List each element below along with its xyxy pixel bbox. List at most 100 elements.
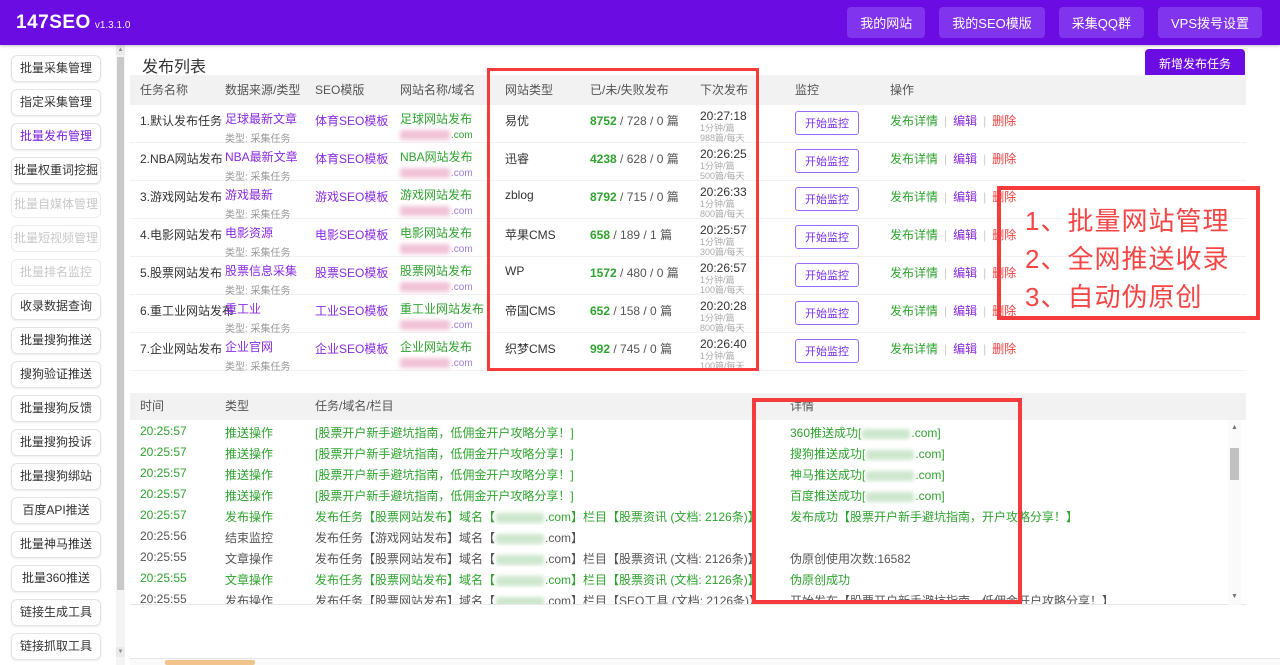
sidebar-item[interactable]: 收录数据查询 — [11, 293, 101, 320]
delete-link[interactable]: 删除 — [992, 114, 1016, 128]
sidebar-item[interactable]: 百度API推送 — [11, 497, 101, 524]
publish-detail-link[interactable]: 发布详情 — [890, 304, 938, 318]
site-cell: NBA网站发布 .com — [400, 148, 503, 179]
blurred-domain — [862, 428, 911, 439]
table-row: 4.电影网站发布 电影资源 类型: 采集任务 电影SEO模板 电影网站发布 .c… — [130, 219, 1246, 259]
horizontal-scroll-thumb[interactable] — [165, 660, 255, 665]
start-monitor-button[interactable]: 开始监控 — [795, 149, 859, 173]
data-source-link[interactable]: 足球最新文章 — [225, 112, 297, 126]
scroll-up-icon[interactable]: ▲ — [116, 45, 125, 55]
sidebar-item[interactable]: 批量搜狗反馈 — [11, 395, 101, 422]
site-name-link[interactable]: 重工业网站发布 — [400, 302, 484, 316]
publish-detail-link[interactable]: 发布详情 — [890, 228, 938, 242]
edit-link[interactable]: 编辑 — [953, 266, 977, 280]
data-source-link[interactable]: 重工业 — [225, 302, 261, 316]
sidebar-item[interactable]: 批量采集管理 — [11, 55, 101, 82]
sidebar-item[interactable]: 链接生成工具 — [11, 599, 101, 626]
site-name-link[interactable]: 电影网站发布 — [400, 226, 472, 240]
start-monitor-button[interactable]: 开始监控 — [795, 187, 859, 211]
publish-detail-link[interactable]: 发布详情 — [890, 114, 938, 128]
sidebar-item[interactable]: 搜狗验证推送 — [11, 361, 101, 388]
edit-link[interactable]: 编辑 — [953, 190, 977, 204]
site-domain: .com — [400, 282, 503, 293]
published-count: 652 — [590, 304, 611, 318]
log-task: [股票开户新手避坑指南，低佣金开户攻略分享！] — [315, 487, 787, 504]
sidebar-scroll-thumb[interactable] — [117, 57, 124, 590]
seo-template-link[interactable]: 企业SEO模板 — [315, 342, 388, 356]
log-row: 20:25:57 推送操作 [股票开户新手避坑指南，低佣金开户攻略分享！] 搜狗… — [130, 441, 1246, 462]
sidebar-item[interactable]: 批量发布管理 — [11, 123, 101, 150]
blurred-domain — [400, 282, 450, 293]
menu-my-seo-templates[interactable]: 我的SEO模版 — [939, 7, 1045, 38]
start-monitor-button[interactable]: 开始监控 — [795, 111, 859, 135]
site-name-link[interactable]: NBA网站发布 — [400, 150, 473, 164]
start-monitor-button[interactable]: 开始监控 — [795, 225, 859, 249]
blurred-domain — [866, 470, 915, 481]
sidebar-item[interactable]: 指定采集管理 — [11, 89, 101, 116]
log-task-text: 发布任务【股票网站发布】域名【 — [315, 573, 496, 587]
menu-my-sites[interactable]: 我的网站 — [847, 7, 926, 38]
sidebar-item[interactable]: 批量360推送 — [11, 565, 101, 592]
stats-rest: / 189 / 1 篇 — [610, 228, 673, 242]
new-publish-task-button[interactable]: 新增发布任务 — [1144, 49, 1245, 78]
delete-link[interactable]: 删除 — [992, 342, 1016, 356]
menu-vps-settings[interactable]: VPS拨号设置 — [1157, 7, 1262, 38]
sidebar-item[interactable]: 链接抓取工具 — [11, 633, 101, 660]
seo-template-link[interactable]: 工业SEO模板 — [315, 304, 388, 318]
delete-link[interactable]: 删除 — [992, 266, 1016, 280]
data-source-link[interactable]: 电影资源 — [225, 226, 273, 240]
scroll-up-icon[interactable]: ▲ — [1228, 422, 1241, 434]
sidebar-item[interactable]: 批量排名监控 — [11, 259, 101, 286]
delete-link[interactable]: 删除 — [992, 228, 1016, 242]
publish-detail-link[interactable]: 发布详情 — [890, 190, 938, 204]
data-source-link[interactable]: 股票信息采集 — [225, 264, 297, 278]
menu-qq-group[interactable]: 采集QQ群 — [1058, 7, 1144, 38]
sidebar-item[interactable]: 批量搜狗推送 — [11, 327, 101, 354]
task-name: 7.企业网站发布 — [140, 342, 223, 356]
start-monitor-button[interactable]: 开始监控 — [795, 301, 859, 325]
site-name-link[interactable]: 股票网站发布 — [400, 264, 472, 278]
seo-template-link[interactable]: 股票SEO模板 — [315, 266, 388, 280]
row-actions: 发布详情 | 编辑 | 删除 — [890, 264, 1110, 281]
seo-template-link[interactable]: 电影SEO模板 — [315, 228, 388, 242]
sidebar-item[interactable]: 批量短视频管理 — [11, 225, 101, 252]
log-scroll-thumb[interactable] — [1230, 448, 1239, 480]
site-name-link[interactable]: 足球网站发布 — [400, 112, 472, 126]
site-name-link[interactable]: 企业网站发布 — [400, 340, 472, 354]
start-monitor-button[interactable]: 开始监控 — [795, 339, 859, 363]
publish-detail-link[interactable]: 发布详情 — [890, 342, 938, 356]
log-scrollbar[interactable]: ▲ ▼ — [1228, 420, 1241, 605]
data-source-link[interactable]: 游戏最新 — [225, 188, 273, 202]
log-task: 发布任务【股票网站发布】域名【 .com】栏目【股票资讯 (文档: 2126条)】 — [315, 571, 787, 588]
sidebar-scrollbar[interactable]: ▲ ▼ — [116, 45, 125, 665]
edit-link[interactable]: 编辑 — [953, 114, 977, 128]
log-detail: 360推送成功[.com] — [790, 424, 1230, 441]
sidebar-item[interactable]: 批量自媒体管理 — [11, 191, 101, 218]
sidebar-item[interactable]: 批量神马推送 — [11, 531, 101, 558]
seo-template-link[interactable]: 体育SEO模板 — [315, 152, 388, 166]
sidebar-item[interactable]: 批量权重词挖掘 — [11, 157, 101, 184]
site-domain: .com — [400, 130, 503, 141]
edit-link[interactable]: 编辑 — [953, 304, 977, 318]
seo-template-link[interactable]: 体育SEO模板 — [315, 114, 388, 128]
horizontal-scrollbar[interactable] — [130, 658, 1280, 665]
seo-template-link[interactable]: 游戏SEO模板 — [315, 190, 388, 204]
site-name-link[interactable]: 游戏网站发布 — [400, 188, 472, 202]
edit-link[interactable]: 编辑 — [953, 152, 977, 166]
data-source-link[interactable]: NBA最新文章 — [225, 150, 298, 164]
delete-link[interactable]: 删除 — [992, 190, 1016, 204]
brand-name: 147SEO — [16, 11, 91, 33]
start-monitor-button[interactable]: 开始监控 — [795, 263, 859, 287]
scroll-down-icon[interactable]: ▼ — [1228, 591, 1241, 603]
edit-link[interactable]: 编辑 — [953, 228, 977, 242]
publish-detail-link[interactable]: 发布详情 — [890, 266, 938, 280]
data-source-link[interactable]: 企业官网 — [225, 340, 273, 354]
publish-detail-link[interactable]: 发布详情 — [890, 152, 938, 166]
sidebar-item[interactable]: 批量搜狗绑站 — [11, 463, 101, 490]
scroll-down-icon[interactable]: ▼ — [116, 647, 125, 657]
blurred-domain — [400, 168, 450, 179]
edit-link[interactable]: 编辑 — [953, 342, 977, 356]
delete-link[interactable]: 删除 — [992, 304, 1016, 318]
delete-link[interactable]: 删除 — [992, 152, 1016, 166]
sidebar-item[interactable]: 批量搜狗投诉 — [11, 429, 101, 456]
